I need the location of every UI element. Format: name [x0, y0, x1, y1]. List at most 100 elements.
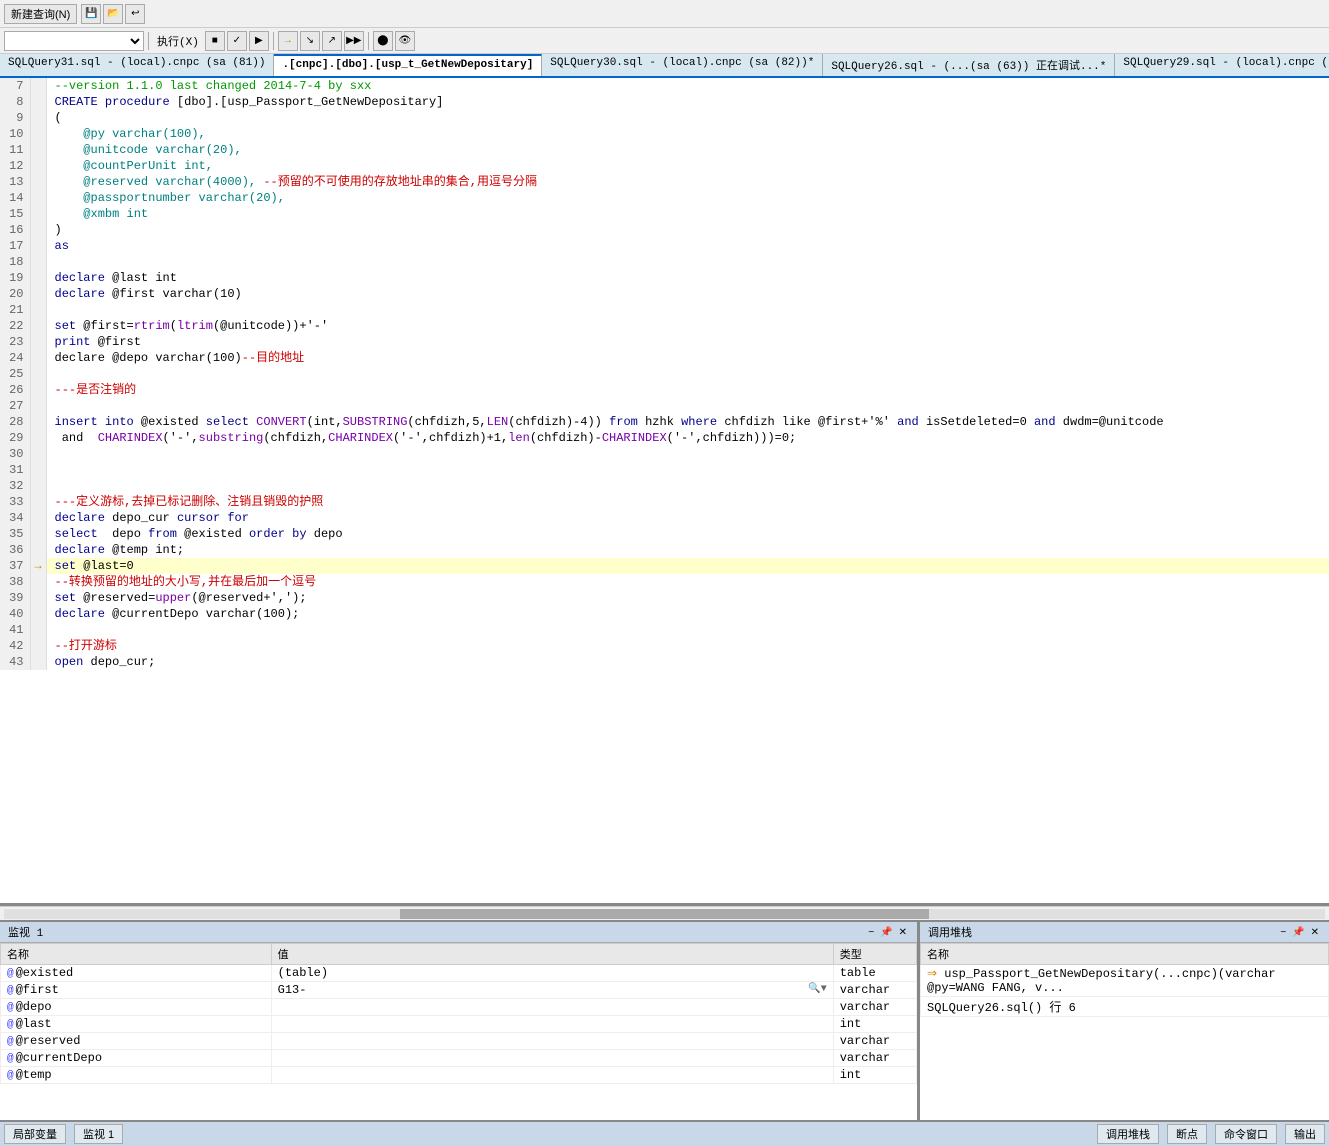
callstack-panel-titlebar: 调用堆栈 − 📌 ✕	[920, 922, 1329, 943]
line-number: 33	[0, 494, 30, 510]
code-line-content: set @first=rtrim(ltrim(@unitcode))+'-'	[46, 318, 1329, 334]
watch-var-type: table	[833, 965, 916, 982]
line-arrow	[30, 110, 46, 126]
code-line-content: @unitcode varchar(20),	[46, 142, 1329, 158]
callstack-panel-title: 调用堆栈	[928, 924, 972, 940]
code-line-content: CREATE procedure [dbo].[usp_Passport_Get…	[46, 94, 1329, 110]
watch-panel-content[interactable]: 名称 值 类型 @@existed(table)table@@firstG13-…	[0, 943, 917, 1120]
watch-col-type: 类型	[833, 944, 916, 965]
watch-var-value[interactable]	[271, 1067, 833, 1084]
line-number: 21	[0, 302, 30, 318]
line-arrow	[30, 478, 46, 494]
new-query-btn[interactable]: 新建查询(N)	[4, 4, 77, 24]
watch-var-name: @@depo	[1, 999, 272, 1016]
line-arrow	[30, 382, 46, 398]
code-line-content: ---是否注销的	[46, 382, 1329, 398]
code-line-content	[46, 398, 1329, 414]
watch-var-value[interactable]: G13- 🔍▼	[271, 982, 833, 999]
tab-1[interactable]: .[cnpc].[dbo].[usp_t_GetNewDepositary]	[274, 54, 542, 76]
tab-0[interactable]: SQLQuery31.sql - (local).cnpc (sa (81))	[0, 54, 274, 76]
watch-var-type: varchar	[833, 982, 916, 999]
watch-col-value: 值	[271, 944, 833, 965]
line-arrow	[30, 654, 46, 670]
db-dropdown[interactable]	[4, 31, 144, 51]
code-line-content	[46, 446, 1329, 462]
callstack-btn[interactable]: 调用堆栈	[1097, 1124, 1159, 1144]
watch-var-value[interactable]: (table)	[271, 965, 833, 982]
undo-icon[interactable]: ↩	[125, 4, 145, 24]
watch1-btn[interactable]: 监视 1	[74, 1124, 123, 1144]
line-number: 29	[0, 430, 30, 446]
status-bar: 局部变量 监视 1 调用堆栈 断点 命令窗口 输出	[0, 1120, 1329, 1146]
watch-var-value[interactable]	[271, 1050, 833, 1067]
callstack-pin-btn[interactable]: 📌	[1290, 927, 1306, 938]
tab-3[interactable]: SQLQuery26.sql - (...(sa (63)) 正在调试...*	[823, 54, 1115, 76]
watch-pin-btn[interactable]: 📌	[878, 927, 894, 938]
line-arrow	[30, 542, 46, 558]
watch-close-btn[interactable]: ✕	[897, 927, 909, 938]
tab-2[interactable]: SQLQuery30.sql - (local).cnpc (sa (82))*	[542, 54, 823, 76]
callstack-close-btn[interactable]: ✕	[1309, 927, 1321, 938]
continue-btn[interactable]: ▶▶	[344, 31, 364, 51]
line-number: 40	[0, 606, 30, 622]
line-arrow	[30, 190, 46, 206]
stop-exec-btn[interactable]: ■	[205, 31, 225, 51]
watch-panel-title: 监视 1	[8, 924, 43, 940]
code-line-content: as	[46, 238, 1329, 254]
parse-btn[interactable]: ✓	[227, 31, 247, 51]
watch-var-type: varchar	[833, 1033, 916, 1050]
line-arrow	[30, 350, 46, 366]
line-arrow	[30, 158, 46, 174]
breakpoint-btn[interactable]: 断点	[1167, 1124, 1207, 1144]
open-icon[interactable]: 📂	[103, 4, 123, 24]
h-scrollbar[interactable]	[0, 906, 1329, 920]
debug-btn[interactable]: ▶	[249, 31, 269, 51]
line-number: 38	[0, 574, 30, 590]
tab-4[interactable]: SQLQuery29.sql - (local).cnpc (sa (80))*	[1115, 54, 1329, 76]
step-into-btn[interactable]: ↘	[300, 31, 320, 51]
line-number: 24	[0, 350, 30, 366]
callstack-panel-content[interactable]: 名称 ⇒ usp_Passport_GetNewDepositary(...cn…	[920, 943, 1329, 1120]
watch-var-type: varchar	[833, 999, 916, 1016]
line-number: 31	[0, 462, 30, 478]
watch-var-value[interactable]	[271, 999, 833, 1016]
line-number: 18	[0, 254, 30, 270]
line-arrow: →	[30, 558, 46, 574]
exec-toolbar: 执行(X) ■ ✓ ▶ → ↘ ↗ ▶▶ ⬤ 👁	[0, 28, 1329, 54]
step-out-btn[interactable]: ↗	[322, 31, 342, 51]
line-arrow	[30, 414, 46, 430]
line-arrow	[30, 302, 46, 318]
cmd-window-btn[interactable]: 命令窗口	[1215, 1124, 1277, 1144]
code-line-content: declare @depo varchar(100)--目的地址	[46, 350, 1329, 366]
watch-var-type: varchar	[833, 1050, 916, 1067]
save-icon[interactable]: 💾	[81, 4, 101, 24]
watch-var-value[interactable]	[271, 1033, 833, 1050]
callstack-table: 名称 ⇒ usp_Passport_GetNewDepositary(...cn…	[920, 943, 1329, 1017]
line-number: 16	[0, 222, 30, 238]
code-line-content: @passportnumber varchar(20),	[46, 190, 1329, 206]
watch-btn[interactable]: 👁	[395, 31, 415, 51]
watch-minimize-btn[interactable]: −	[866, 927, 876, 938]
output-btn[interactable]: 输出	[1285, 1124, 1325, 1144]
line-number: 41	[0, 622, 30, 638]
watch-var-type: int	[833, 1067, 916, 1084]
local-vars-btn[interactable]: 局部变量	[4, 1124, 66, 1144]
line-number: 25	[0, 366, 30, 382]
code-line-content: declare depo_cur cursor for	[46, 510, 1329, 526]
line-number: 27	[0, 398, 30, 414]
callstack-minimize-btn[interactable]: −	[1278, 927, 1288, 938]
code-line-content	[46, 622, 1329, 638]
code-line-content: select depo from @existed order by depo	[46, 526, 1329, 542]
code-area[interactable]: 7--version 1.1.0 last changed 2014-7-4 b…	[0, 78, 1329, 906]
watch-panel: 监视 1 − 📌 ✕ 名称 值 类型 @@existed(table)table…	[0, 922, 920, 1120]
line-arrow	[30, 398, 46, 414]
toggle-breakpoint-btn[interactable]: ⬤	[373, 31, 393, 51]
code-line-content: @countPerUnit int,	[46, 158, 1329, 174]
line-number: 26	[0, 382, 30, 398]
watch-var-value[interactable]	[271, 1016, 833, 1033]
line-arrow	[30, 462, 46, 478]
step-over-btn[interactable]: →	[278, 31, 298, 51]
line-number: 30	[0, 446, 30, 462]
line-arrow	[30, 94, 46, 110]
line-arrow	[30, 78, 46, 94]
